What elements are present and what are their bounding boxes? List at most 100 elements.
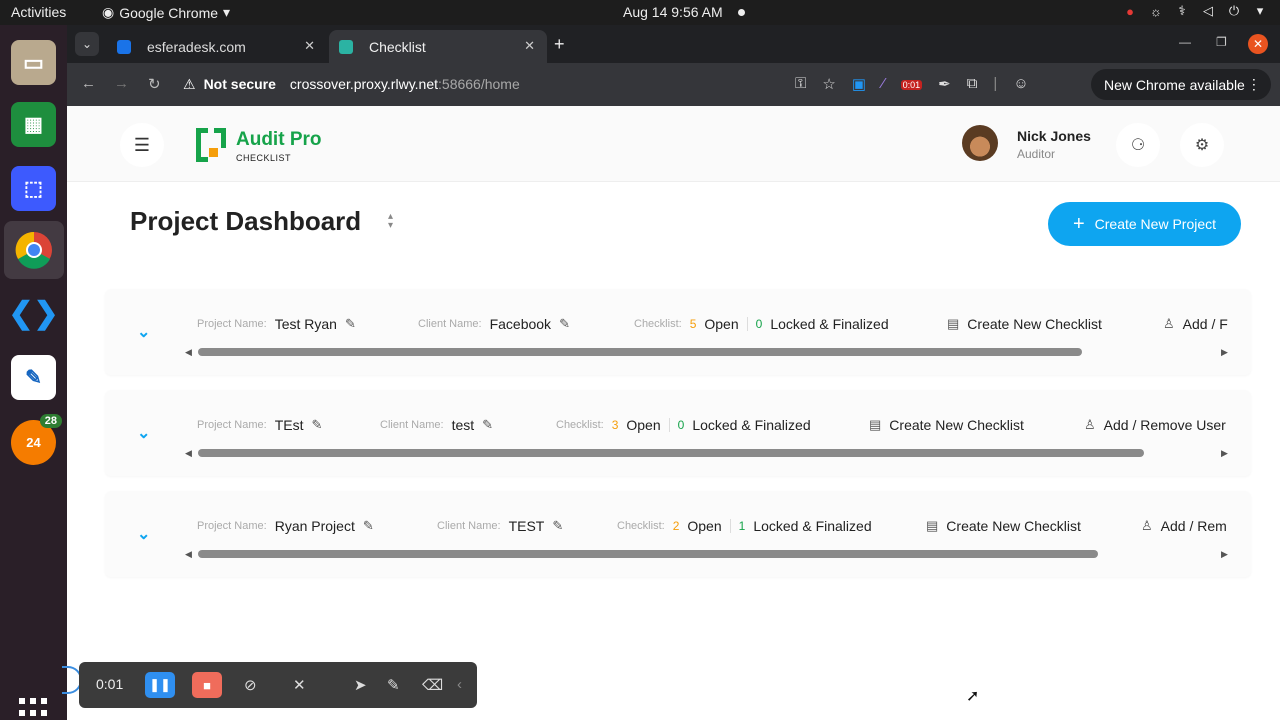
text-editor-icon[interactable]: ✎ [11, 355, 56, 400]
chevron-down-icon: ▾ [1256, 3, 1264, 18]
chrome-update-button[interactable]: New Chrome available ⋮ [1091, 69, 1271, 100]
project-name-label: Project Name: [197, 318, 267, 330]
user-icon: ♙ [1141, 518, 1153, 533]
url-path: :58666/home [438, 76, 520, 92]
close-tab-icon[interactable]: ✕ [304, 38, 315, 54]
add-remove-users-button[interactable]: ♙ Add / F [1163, 316, 1228, 332]
clock[interactable]: Aug 14 9:56 AM [623, 4, 723, 20]
locked-label[interactable]: Locked & Finalized [753, 518, 871, 534]
tab-checklist[interactable]: Checklist ✕ [329, 30, 547, 63]
create-checklist-button[interactable]: ▤ Create New Checklist [869, 417, 1024, 433]
close-window-icon[interactable]: ✕ [1248, 34, 1268, 54]
close-tab-icon[interactable]: ✕ [524, 38, 535, 54]
pause-button[interactable]: ❚❚ [145, 672, 175, 698]
activities-button[interactable]: Activities [11, 4, 66, 20]
sort-icon[interactable]: ▴ ▾ [388, 212, 393, 231]
new-tab-icon[interactable]: + [554, 34, 565, 55]
plus-icon: + [1072, 212, 1085, 235]
forward-icon[interactable]: → [114, 75, 129, 92]
edit-icon[interactable]: ✎ [363, 518, 374, 534]
scroll-left-icon[interactable]: ◀ [185, 549, 192, 560]
show-apps-icon[interactable] [19, 698, 49, 728]
edit-icon[interactable]: ✎ [559, 316, 570, 332]
scroll-left-icon[interactable]: ◀ [185, 448, 192, 459]
project-card: ⌄ Project Name: Test Ryan ✎ Client Name:… [105, 289, 1251, 375]
extension-pen-icon[interactable]: ⁄ [882, 75, 885, 93]
reload-icon[interactable]: ↻ [148, 75, 161, 93]
minimize-icon[interactable]: — [1179, 35, 1191, 49]
tab-search-icon[interactable]: ⌄ [75, 32, 99, 56]
eraser-icon[interactable]: ⌫ [422, 676, 443, 694]
extensions-puzzle-icon[interactable]: ⧉ [967, 75, 978, 93]
camera-off-icon[interactable]: ⊘ [244, 676, 257, 694]
stop-button[interactable]: ■ [192, 672, 222, 698]
pen-icon[interactable]: ✎ [387, 676, 400, 694]
pointer-icon[interactable]: ➤ [354, 676, 367, 694]
scroll-right-icon[interactable]: ▶ [1221, 549, 1228, 560]
scroll-left-icon[interactable]: ◀ [185, 347, 192, 358]
scroll-right-icon[interactable]: ▶ [1221, 448, 1228, 459]
locked-label[interactable]: Locked & Finalized [770, 316, 888, 332]
expand-chevron-icon[interactable]: ⌄ [137, 423, 150, 443]
create-checklist-button[interactable]: ▤ Create New Checklist [926, 518, 1081, 534]
audit-pro-app: ☰ Audit Pro CHECKLIST Nick Jones Auditor… [67, 106, 1280, 720]
edit-icon[interactable]: ✎ [482, 417, 493, 433]
extension-f-icon[interactable]: ▣ [852, 75, 866, 93]
add-remove-users-button[interactable]: ♙ Add / Remove User [1084, 417, 1226, 433]
page-title: Project Dashboard [130, 206, 362, 236]
scroll-thumb[interactable] [198, 550, 1098, 558]
spreadsheet-icon[interactable]: ▦ [11, 102, 56, 147]
vscode-icon[interactable]: ❮❯ [8, 291, 58, 336]
edit-icon[interactable]: ✎ [345, 316, 356, 332]
horizontal-scrollbar[interactable]: ◀ ▶ [185, 549, 1235, 560]
chat-icon[interactable]: 24 28 [11, 414, 62, 465]
app-menu[interactable]: ◉ Google Chrome ▾ [102, 4, 230, 21]
security-label[interactable]: Not secure [204, 76, 276, 92]
client-name-label: Client Name: [380, 419, 444, 431]
horizontal-scrollbar[interactable]: ◀ ▶ [185, 347, 1235, 358]
chrome-icon[interactable] [4, 221, 64, 279]
files-icon[interactable]: ▭ [11, 40, 56, 85]
create-new-project-button[interactable]: + Create New Project [1048, 202, 1241, 246]
create-checklist-button[interactable]: ▤ Create New Checklist [947, 316, 1102, 332]
project-name-field: Project Name: Test Ryan ✎ [197, 316, 356, 332]
system-tray[interactable]: ● ☼ ⚕ ◁ ⏻ ▾ [1122, 3, 1268, 19]
back-icon[interactable]: ← [81, 75, 96, 92]
expand-chevron-icon[interactable]: ⌄ [137, 524, 150, 544]
open-label[interactable]: Open [626, 417, 660, 433]
password-key-icon[interactable]: ⚿ [795, 75, 806, 93]
eyedropper-icon[interactable]: ✒ [938, 75, 951, 93]
open-label[interactable]: Open [687, 518, 721, 534]
scroll-right-icon[interactable]: ▶ [1221, 347, 1228, 358]
restore-icon[interactable]: ❐ [1216, 35, 1227, 49]
open-label[interactable]: Open [704, 316, 738, 332]
settings-gear-icon[interactable]: ⚙ [1180, 123, 1224, 167]
tab-esferadesk[interactable]: esferadesk.com ✕ [107, 30, 327, 63]
url-host: crossover.proxy.rlwy.net [289, 76, 439, 92]
edit-icon[interactable]: ✎ [552, 518, 563, 534]
avatar[interactable] [962, 125, 998, 161]
users-label: Add / Rem [1160, 518, 1227, 534]
expand-chevron-icon[interactable]: ⌄ [137, 322, 150, 342]
screenshot-icon[interactable]: ⬚ [11, 166, 56, 211]
tab-title: Checklist [369, 38, 426, 55]
profile-avatar-icon[interactable]: ☺ [1013, 75, 1028, 93]
checklist-label: Checklist: [634, 318, 682, 330]
horizontal-scrollbar[interactable]: ◀ ▶ [185, 448, 1235, 459]
mic-off-icon[interactable]: ✕ [293, 676, 306, 694]
add-remove-users-button[interactable]: ♙ Add / Rem [1141, 518, 1227, 534]
locked-label[interactable]: Locked & Finalized [692, 417, 810, 433]
mouse-cursor-icon: ➚ [966, 688, 980, 705]
address-bar[interactable]: ⚠ Not secure crossover.proxy.rlwy.net:58… [183, 69, 863, 99]
recorder-toolbar: 0:01 ❚❚ ■ ⊘ ✕ ➤ ✎ ⌫ ‹ [79, 662, 477, 708]
menu-toggle-icon[interactable]: ☰ [120, 123, 164, 167]
scroll-thumb[interactable] [198, 449, 1144, 457]
edit-icon[interactable]: ✎ [311, 417, 322, 433]
translate-icon[interactable]: ⚆ [1116, 123, 1160, 167]
bookmark-star-icon[interactable]: ☆ [822, 75, 835, 93]
collapse-icon[interactable]: ‹ [457, 676, 462, 693]
url-text[interactable]: crossover.proxy.rlwy.net:58666/home [290, 76, 520, 92]
screen-recorder-icon[interactable]: 0:01 [900, 75, 923, 93]
scroll-thumb[interactable] [198, 348, 1082, 356]
power-icon: ⏻ [1228, 3, 1240, 18]
